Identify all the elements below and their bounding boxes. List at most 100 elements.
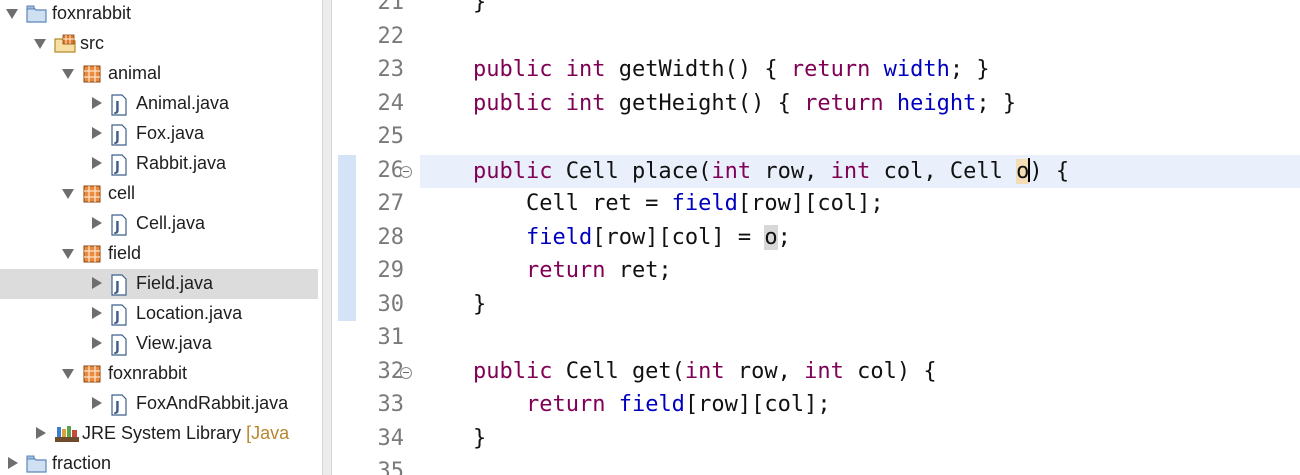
tree-item-label: View.java: [136, 333, 212, 353]
code-text: }: [420, 0, 487, 15]
java-file-icon: J: [110, 394, 130, 416]
tree-item-label: field: [108, 243, 142, 263]
java-file-icon: J: [110, 334, 130, 356]
expand-arrow-icon[interactable]: [92, 127, 102, 139]
code-line[interactable]: 28 field[row][col] = o;: [338, 223, 1300, 256]
tree-item[interactable]: J Rabbit.java: [0, 149, 322, 179]
code-line[interactable]: 26 public Cell place(int row, int col, C…: [338, 156, 1300, 189]
line-number: 21: [377, 0, 405, 15]
tree-item[interactable]: JRE System Library [Java: [0, 419, 322, 449]
line-number: 33: [377, 392, 405, 417]
package-explorer: foxnrabbit src animal J Animal.java J Fox.java…: [0, 0, 322, 475]
java-file-icon: J: [110, 94, 130, 116]
svg-text:J: J: [114, 280, 120, 295]
code-line[interactable]: 21 }: [338, 0, 1300, 21]
svg-text:J: J: [114, 340, 120, 355]
tree-item[interactable]: field: [0, 239, 322, 269]
line-number: 24: [377, 90, 405, 116]
fold-toggle-icon[interactable]: [400, 366, 412, 379]
expand-arrow-icon[interactable]: [92, 307, 102, 319]
tree-item[interactable]: src: [0, 29, 322, 59]
code-line[interactable]: 31: [338, 323, 1300, 356]
source-folder-icon: [54, 34, 76, 54]
collapse-arrow-icon[interactable]: [62, 249, 74, 259]
code-line[interactable]: 23 public int getWidth() { return width;…: [338, 55, 1300, 88]
library-icon: [54, 424, 79, 444]
code-text: public Cell get(int row, int col) {: [472, 358, 937, 384]
code-line[interactable]: 35: [338, 457, 1300, 475]
expand-arrow-icon[interactable]: [92, 157, 102, 169]
package-icon: [82, 64, 102, 84]
tree-item[interactable]: J Animal.java: [0, 89, 322, 119]
line-number: 34: [377, 425, 405, 451]
java-file-icon: J: [110, 214, 130, 236]
expand-arrow-icon[interactable]: [92, 397, 102, 409]
package-icon: [82, 184, 102, 204]
code-editor[interactable]: 21 } 22 23 public int getWidth() { return …: [338, 0, 1300, 475]
code-line[interactable]: 29 return ret;: [338, 256, 1300, 289]
code-text: public int getWidth() { return width; }: [472, 57, 990, 82]
tree-item[interactable]: fraction: [0, 449, 322, 475]
svg-text:J: J: [114, 220, 120, 235]
expand-arrow-icon[interactable]: [8, 457, 18, 469]
tree-item[interactable]: J FoxAndRabbit.java: [0, 389, 322, 419]
collapse-arrow-icon[interactable]: [62, 189, 74, 199]
line-number: 32: [377, 358, 405, 384]
code-text: return field[row][col];: [525, 392, 831, 417]
tree-item-label: cell: [108, 183, 136, 203]
expand-arrow-icon[interactable]: [36, 427, 46, 439]
code-line[interactable]: 24 public int getHeight() { return heigh…: [338, 89, 1300, 122]
expand-arrow-icon[interactable]: [92, 277, 102, 289]
code-line[interactable]: 32 public Cell get(int row, int col) {: [338, 357, 1300, 390]
tree-item-label: Cell.java: [136, 213, 206, 233]
collapse-arrow-icon[interactable]: [62, 69, 74, 79]
fold-toggle-icon[interactable]: [400, 165, 412, 178]
code-line[interactable]: 34 }: [338, 424, 1300, 457]
line-number: 35: [377, 459, 405, 475]
code-text: Cell ret = field[row][col];: [420, 191, 884, 216]
line-number: 26: [377, 157, 405, 183]
code-text: public int getHeight() { return height; …: [472, 90, 1017, 116]
expand-arrow-icon[interactable]: [92, 217, 102, 229]
tree-item[interactable]: foxnrabbit: [0, 359, 322, 389]
tree-item-label: src: [80, 33, 104, 53]
expand-arrow-icon[interactable]: [92, 97, 102, 109]
tree-item[interactable]: J View.java: [0, 329, 322, 359]
tree-item[interactable]: foxnrabbit: [0, 0, 322, 29]
java-file-icon: J: [110, 154, 130, 176]
code-line[interactable]: 33 return field[row][col];: [338, 390, 1300, 423]
java-file-icon: J: [110, 124, 130, 146]
tree-item[interactable]: J Cell.java: [0, 209, 322, 239]
svg-text:J: J: [114, 310, 120, 325]
code-text: }: [420, 425, 487, 451]
tree-item-label: FoxAndRabbit.java: [136, 393, 289, 413]
tree-item-label: Location.java: [136, 303, 243, 323]
tree-item[interactable]: cell: [0, 179, 322, 209]
line-number: 29: [377, 258, 405, 283]
collapse-arrow-icon[interactable]: [62, 369, 74, 379]
collapse-arrow-icon[interactable]: [6, 9, 18, 19]
code-line[interactable]: 25: [338, 122, 1300, 155]
tree-item-label: foxnrabbit: [108, 363, 188, 383]
project-folder-icon: [26, 4, 47, 24]
tree-item-label: foxnrabbit: [52, 3, 132, 23]
code-line[interactable]: 27 Cell ret = field[row][col];: [338, 189, 1300, 222]
tree-item[interactable]: J Field.java: [0, 269, 318, 299]
code-line[interactable]: 30 }: [338, 290, 1300, 323]
svg-text:J: J: [114, 130, 120, 145]
pane-splitter[interactable]: [322, 0, 332, 475]
tree-item-label: Fox.java: [136, 123, 205, 143]
code-line[interactable]: 22: [338, 22, 1300, 55]
line-number: 30: [377, 291, 405, 317]
line-number: 28: [377, 224, 405, 250]
tree-item[interactable]: J Location.java: [0, 299, 322, 329]
collapse-arrow-icon[interactable]: [34, 39, 46, 49]
project-folder-icon: [26, 454, 47, 474]
tree-item[interactable]: animal: [0, 59, 322, 89]
line-number: 22: [377, 23, 405, 49]
tree-item-label: Rabbit.java: [136, 153, 227, 173]
tree-item-label: animal: [108, 63, 162, 83]
tree-item[interactable]: J Fox.java: [0, 119, 322, 149]
line-number: 25: [377, 124, 405, 149]
expand-arrow-icon[interactable]: [92, 337, 102, 349]
